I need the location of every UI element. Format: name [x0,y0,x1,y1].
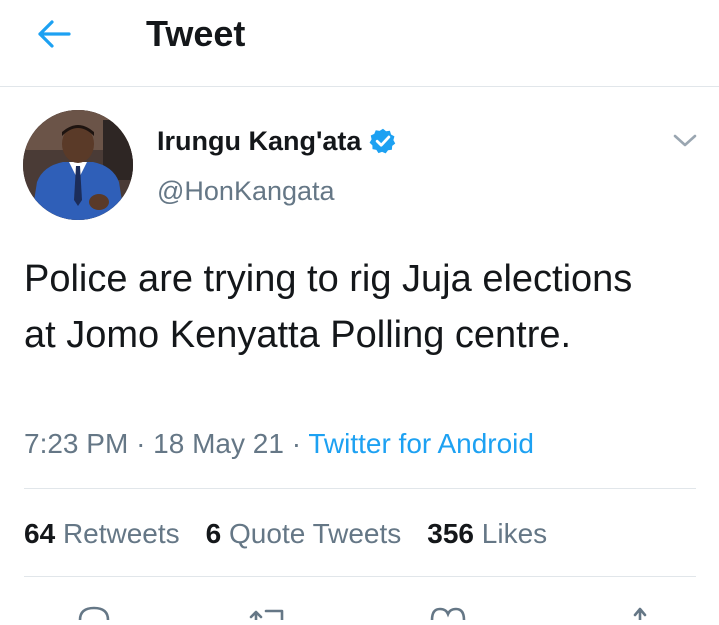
avatar[interactable] [23,110,133,220]
meta-separator: · [136,428,146,459]
page-title: Tweet [146,13,246,54]
author-handle[interactable]: @HonKangata [157,174,335,208]
arrow-left-icon [38,20,71,48]
quotes-label: Quote Tweets [229,518,402,549]
retweets-count: 64 [24,518,56,549]
tweet-time: 7:23 PM [24,428,129,459]
likes-label: Likes [481,518,548,549]
tweet-meta: 7:23 PM · 18 May 21 · Twitter for Androi… [24,426,534,462]
author-name-label: Irungu Kang'ata [157,126,362,156]
quotes-count: 6 [205,518,222,549]
share-button[interactable] [616,600,664,622]
tweet-stats: 64 Retweets 6 Quote Tweets 356 Likes [24,517,547,551]
more-options-button[interactable] [670,128,700,152]
header-bar: Tweet [0,0,719,87]
share-icon [633,607,647,622]
quote-tweets-stat[interactable]: 6 Quote Tweets [206,517,402,551]
likes-stat[interactable]: 356 Likes [427,517,547,551]
like-icon [430,607,466,621]
reply-icon [78,606,110,621]
author-name[interactable]: Irungu Kang'ata [157,124,397,158]
verified-badge-icon [370,128,396,154]
tweet-source-link[interactable]: Twitter for Android [308,428,534,459]
tweet-date: 18 May 21 [153,428,284,459]
retweet-icon [249,609,284,622]
divider [24,488,696,489]
like-button[interactable] [424,600,472,621]
retweets-label: Retweets [62,518,180,549]
likes-count: 356 [427,518,474,549]
reply-button[interactable] [70,600,118,621]
retweets-stat[interactable]: 64 Retweets [24,517,180,551]
meta-separator: · [291,428,302,459]
retweet-button[interactable] [246,600,294,622]
chevron-down-icon [673,134,697,147]
back-button[interactable] [30,14,78,54]
tweet-text: Police are trying to rig Juja elections … [24,258,633,356]
divider [24,576,696,577]
